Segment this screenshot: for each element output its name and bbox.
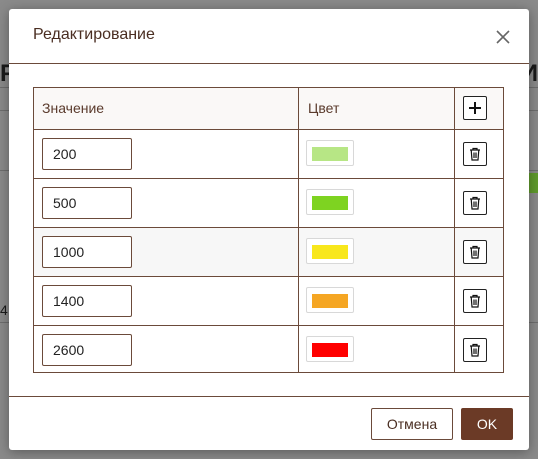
delete-row-button[interactable] (463, 191, 487, 215)
color-picker-button[interactable] (306, 140, 354, 166)
table-row (34, 325, 503, 374)
color-picker-button[interactable] (306, 238, 354, 264)
plus-icon (469, 102, 481, 114)
color-swatch (312, 343, 348, 357)
color-scale-table: Значение Цвет (33, 87, 504, 373)
color-picker-button[interactable] (306, 336, 354, 362)
dialog-footer: Отмена OK (9, 396, 529, 450)
color-picker-button[interactable] (306, 287, 354, 313)
delete-row-button[interactable] (463, 289, 487, 313)
table-row (34, 129, 503, 178)
value-input[interactable] (42, 236, 132, 268)
delete-row-button[interactable] (463, 338, 487, 362)
dialog-title: Редактирование (33, 26, 155, 43)
color-swatch (312, 147, 348, 161)
dialog-header: Редактирование (9, 9, 529, 64)
color-swatch (312, 245, 348, 259)
column-divider (298, 88, 299, 372)
column-header-value: Значение (42, 100, 105, 116)
value-input[interactable] (42, 285, 132, 317)
color-swatch (312, 294, 348, 308)
table-row (34, 276, 503, 325)
background-number: 4 (0, 302, 8, 318)
background-green-bar (528, 173, 538, 193)
close-button[interactable] (495, 29, 511, 45)
table-row (34, 178, 503, 227)
color-picker-button[interactable] (306, 189, 354, 215)
table-header-row: Значение Цвет (34, 88, 503, 129)
value-input[interactable] (42, 138, 132, 170)
trash-icon (470, 147, 480, 161)
cancel-button[interactable]: Отмена (371, 408, 453, 440)
color-swatch (312, 196, 348, 210)
column-divider (454, 88, 455, 372)
delete-row-button[interactable] (463, 240, 487, 264)
ok-button[interactable]: OK (461, 408, 513, 440)
edit-dialog: Редактирование Значение Цвет 200 500 100… (9, 9, 529, 450)
close-icon (496, 30, 510, 44)
trash-icon (470, 343, 480, 357)
add-row-button[interactable] (463, 96, 487, 120)
column-header-color: Цвет (308, 100, 340, 116)
table-row (34, 227, 503, 276)
trash-icon (470, 245, 480, 259)
value-input[interactable] (42, 187, 132, 219)
trash-icon (470, 294, 480, 308)
trash-icon (470, 196, 480, 210)
delete-row-button[interactable] (463, 142, 487, 166)
value-input[interactable] (42, 334, 132, 366)
